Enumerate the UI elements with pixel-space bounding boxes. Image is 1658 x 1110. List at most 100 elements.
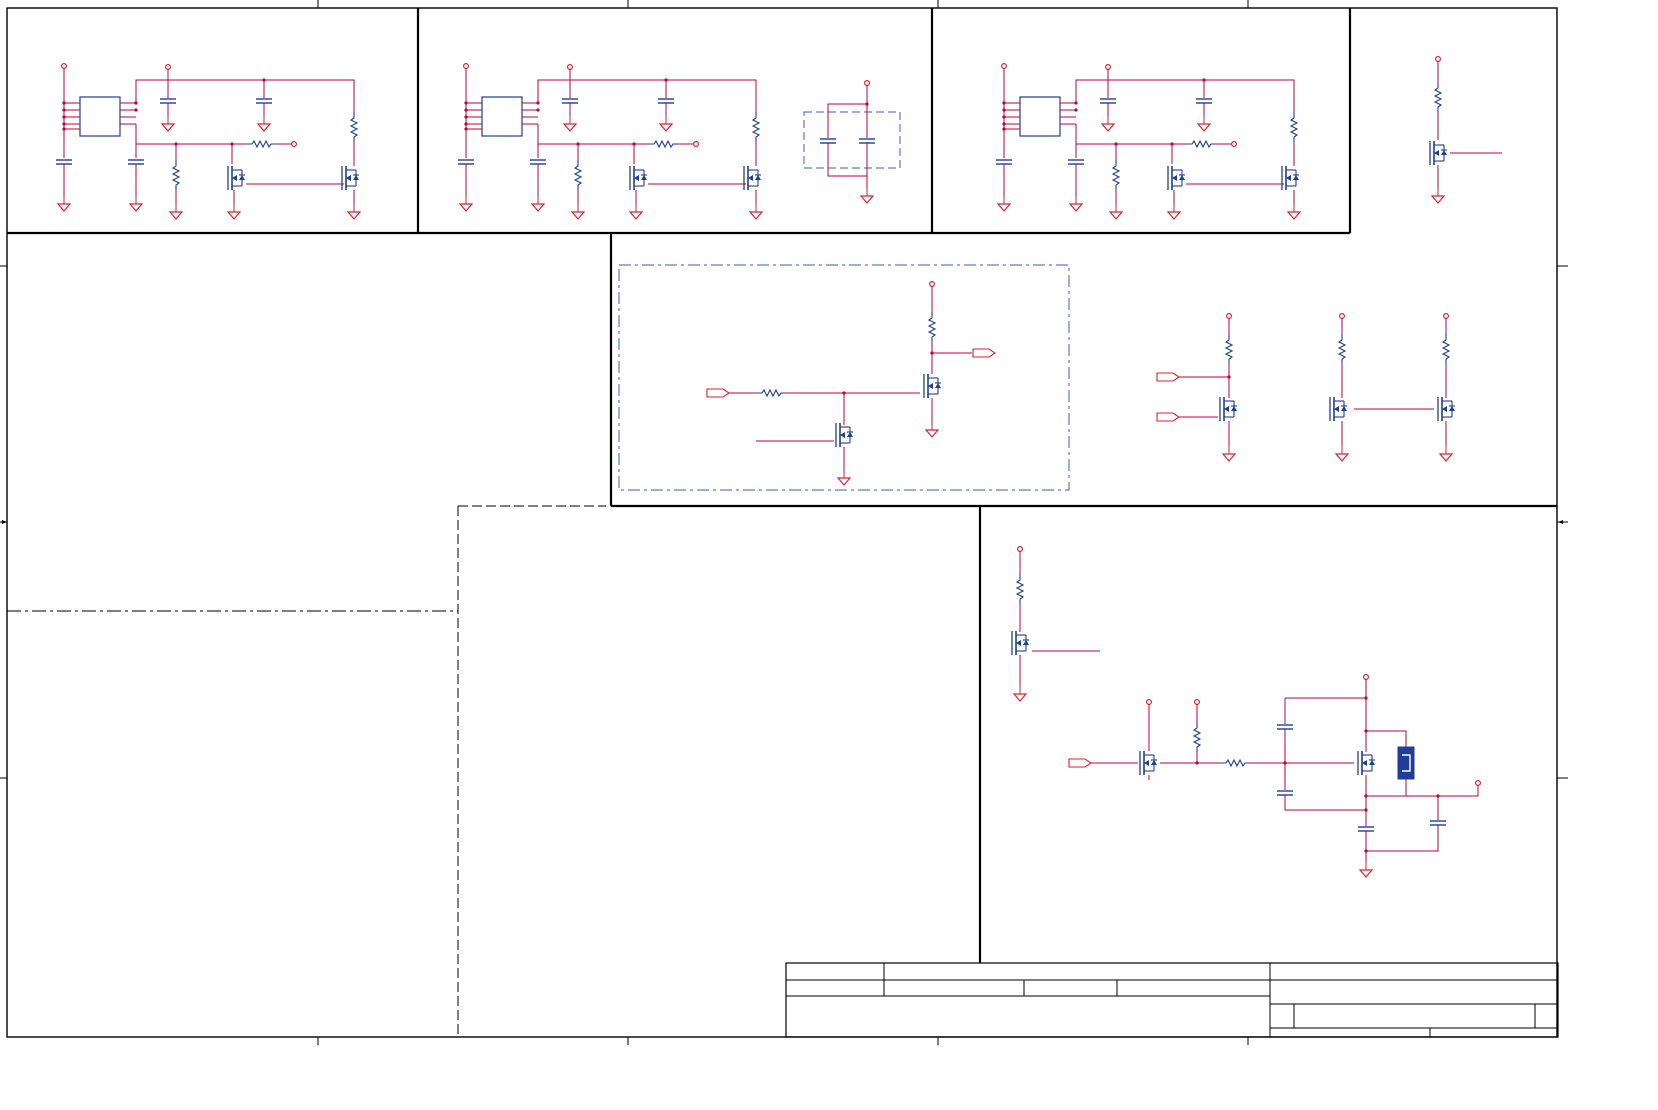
bulk-capacitor bbox=[819, 138, 837, 144]
mosfet bbox=[1281, 165, 1300, 191]
power-pin bbox=[1145, 698, 1153, 706]
ground-symbol bbox=[571, 203, 585, 220]
power-pin bbox=[928, 281, 936, 287]
zone-arrow bbox=[1558, 520, 1563, 524]
ground-symbol bbox=[227, 203, 241, 220]
series-resistor bbox=[245, 140, 277, 148]
ground-symbol bbox=[129, 195, 143, 212]
output-capacitor bbox=[1195, 98, 1213, 104]
input-port bbox=[706, 388, 730, 398]
ground-symbol bbox=[459, 195, 473, 212]
title-block bbox=[785, 962, 1559, 1038]
mosfet bbox=[1011, 630, 1030, 656]
signal-pin bbox=[291, 141, 297, 147]
mosfet bbox=[1167, 165, 1186, 191]
mosfet bbox=[923, 373, 942, 399]
output-capacitor bbox=[255, 98, 273, 104]
ground-symbol bbox=[925, 421, 939, 438]
ground-symbol bbox=[531, 195, 545, 212]
ground-symbol bbox=[161, 115, 175, 132]
wire bbox=[1284, 795, 1366, 811]
output-rail bbox=[1075, 79, 1295, 112]
power-pin bbox=[165, 63, 171, 71]
ground-symbol bbox=[347, 203, 361, 220]
power-pin bbox=[1000, 62, 1008, 70]
power-pin bbox=[1104, 63, 1112, 71]
input-port bbox=[1156, 372, 1180, 382]
ground-symbol bbox=[837, 469, 851, 486]
ground-symbol bbox=[1287, 203, 1301, 220]
ground-symbol bbox=[1013, 685, 1027, 702]
mosfet bbox=[1357, 750, 1376, 776]
pullup-resistor bbox=[1193, 721, 1201, 753]
ground-symbol bbox=[749, 203, 763, 220]
pulldown-resistor bbox=[574, 159, 582, 191]
mosfet bbox=[1219, 396, 1238, 422]
junction-dot bbox=[536, 101, 540, 105]
wire bbox=[1366, 825, 1439, 852]
junction-dot bbox=[1364, 696, 1368, 700]
power-pin bbox=[1362, 673, 1370, 681]
decoupling-capacitor bbox=[159, 98, 177, 104]
series-resistor bbox=[647, 140, 679, 148]
mosfet bbox=[1139, 750, 1158, 776]
pullup-resistor bbox=[1016, 573, 1024, 605]
power-pin bbox=[1338, 313, 1346, 319]
ground-symbol bbox=[659, 115, 673, 132]
bootstrap-capacitor bbox=[127, 159, 145, 165]
output-port bbox=[972, 348, 996, 358]
series-resistor bbox=[1185, 140, 1217, 148]
input-port bbox=[1156, 412, 1180, 422]
regulator-ic bbox=[79, 96, 121, 137]
junction-dot bbox=[134, 108, 138, 112]
wire bbox=[827, 143, 868, 177]
junction-dot bbox=[1074, 108, 1078, 112]
decoupling-capacitor bbox=[561, 98, 579, 104]
junction-dot bbox=[134, 101, 138, 105]
regulator-ic bbox=[1019, 96, 1061, 137]
ground-symbol bbox=[860, 187, 874, 204]
power-pin bbox=[1193, 698, 1201, 706]
dashed-cap-box bbox=[803, 111, 901, 169]
power-pin bbox=[60, 62, 68, 70]
pullup-resistor bbox=[928, 311, 936, 343]
signal-pin bbox=[1230, 141, 1238, 147]
ground-symbol bbox=[1069, 195, 1083, 212]
power-pin bbox=[863, 79, 871, 87]
input-capacitor bbox=[995, 159, 1013, 165]
wire bbox=[1366, 730, 1407, 748]
input-capacitor bbox=[457, 159, 475, 165]
mosfet bbox=[227, 165, 246, 191]
power-pin bbox=[463, 62, 469, 70]
schematic-canvas bbox=[0, 0, 1568, 1045]
schematic-drawing bbox=[0, 0, 1568, 1045]
ground-symbol bbox=[1359, 861, 1373, 878]
wire bbox=[1366, 779, 1407, 797]
bulk-capacitor bbox=[858, 138, 876, 144]
power-pin bbox=[1016, 545, 1024, 553]
output-capacitor bbox=[1429, 820, 1447, 826]
ground-symbol bbox=[1109, 203, 1123, 220]
ground-symbol bbox=[563, 115, 577, 132]
pullup-resistor bbox=[752, 111, 760, 143]
ground-symbol bbox=[1101, 115, 1115, 132]
output-capacitor bbox=[657, 98, 675, 104]
mosfet bbox=[1429, 140, 1448, 166]
junction-dot bbox=[865, 102, 869, 106]
schematic-sheet bbox=[0, 0, 1658, 1106]
junction-dot bbox=[1364, 849, 1368, 853]
ground-symbol bbox=[629, 203, 643, 220]
mosfet bbox=[341, 165, 360, 191]
pullup-resistor bbox=[1290, 111, 1298, 143]
bootstrap-capacitor bbox=[1067, 159, 1085, 165]
mosfet bbox=[835, 422, 854, 448]
junction-dot bbox=[1364, 808, 1368, 812]
series-resistor bbox=[1219, 759, 1251, 767]
zone-arrow bbox=[2, 520, 7, 524]
pullup-resistor bbox=[1338, 333, 1346, 365]
output-rail bbox=[537, 79, 757, 112]
signal-pin bbox=[692, 141, 700, 147]
pulldown-resistor bbox=[172, 159, 180, 191]
power-pin bbox=[1434, 55, 1442, 63]
capacitor bbox=[1276, 790, 1294, 796]
